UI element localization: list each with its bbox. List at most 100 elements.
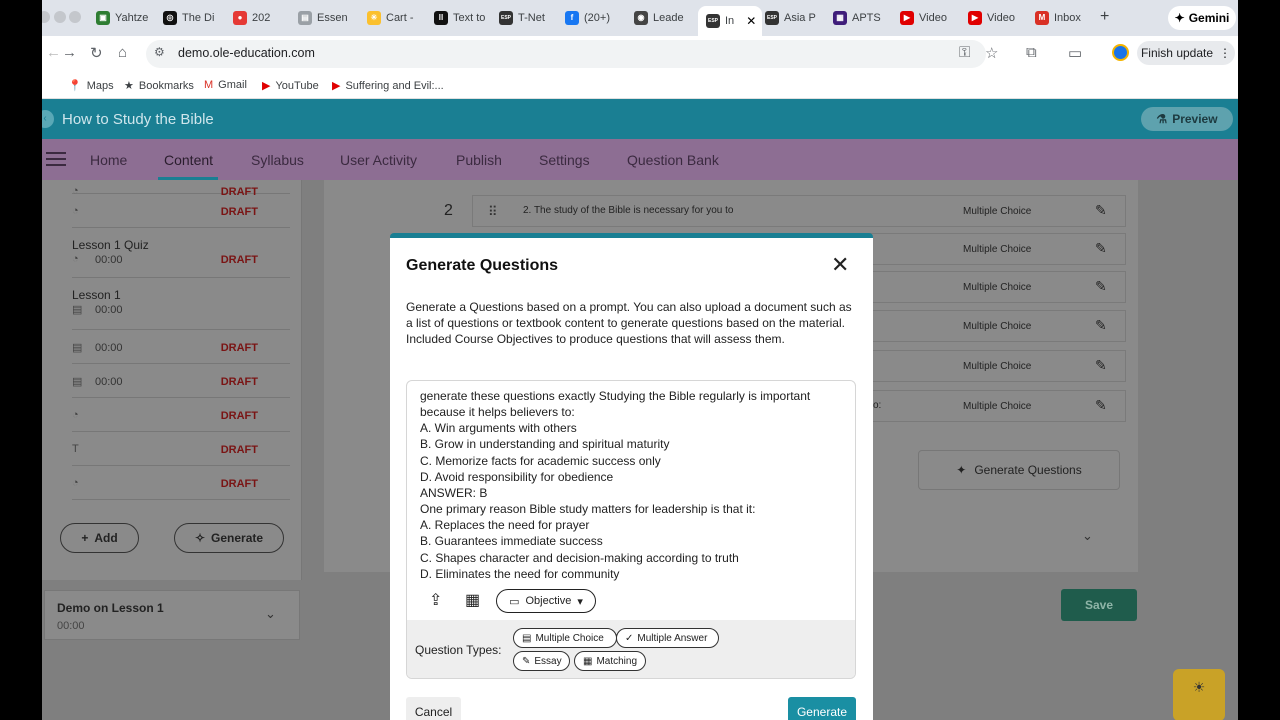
nav-syllabus[interactable]: Syllabus <box>251 152 304 168</box>
bookmark-2[interactable]: M Gmail <box>204 79 247 91</box>
back-chevron-icon[interactable]: ‹ <box>42 110 54 128</box>
site-settings-icon[interactable]: ⚙ <box>154 45 165 59</box>
prompt-input[interactable]: generate these questions exactly Studyin… <box>406 380 856 679</box>
prompt-text[interactable]: generate these questions exactly Studyin… <box>420 388 845 582</box>
bookmark-0[interactable]: 📍 Maps <box>68 79 114 93</box>
reload-icon[interactable]: ↻ <box>90 44 103 62</box>
nav-home[interactable]: Home <box>90 152 127 168</box>
edit-icon[interactable]: ✎ <box>1095 278 1107 295</box>
chevron-down-icon[interactable]: ⌄ <box>1082 528 1093 544</box>
url-text[interactable]: demo.ole-education.com <box>178 46 315 60</box>
edit-icon[interactable]: ✎ <box>1095 240 1107 257</box>
tab-3[interactable]: ▤ Essen <box>298 8 358 28</box>
new-tab-button[interactable]: + <box>1100 8 1109 26</box>
edit-icon[interactable]: ✎ <box>1095 397 1107 414</box>
finish-update-button[interactable]: Finish update ⋮ <box>1137 41 1235 65</box>
menu-icon[interactable] <box>46 152 66 154</box>
sparkle-icon: ✧ <box>194 531 206 545</box>
sidebar-row[interactable]: ◔ DRAFT <box>72 466 290 500</box>
tab-favicon-icon: ◉ <box>634 11 648 25</box>
chip-icon: ✓ <box>625 632 634 644</box>
question-type-chip[interactable]: ✎ Essay <box>513 651 570 671</box>
key-icon[interactable]: ⚿ <box>959 44 970 61</box>
add-button[interactable]: + Add <box>60 523 139 553</box>
nav-publish[interactable]: Publish <box>456 152 502 168</box>
window-minimize-dot[interactable] <box>54 11 66 23</box>
cancel-button[interactable]: Cancel <box>406 697 461 720</box>
question-type-chip[interactable]: ✓ Multiple Answer <box>616 628 719 648</box>
tab-7[interactable]: f (20+) <box>565 8 633 28</box>
sidebar-row[interactable]: ▤ 00:00 DRAFT <box>72 330 290 364</box>
star-icon[interactable]: ☆ <box>985 44 998 62</box>
extensions-icon[interactable]: ⧉ <box>1026 44 1037 61</box>
generate-questions-button[interactable]: ✦ Generate Questions <box>918 450 1120 490</box>
tab-label: Video <box>987 12 1015 24</box>
generate-sidebar-button[interactable]: ✧ Generate <box>174 523 284 553</box>
tab-6[interactable]: ESP T-Net <box>499 8 559 28</box>
nav-content[interactable]: Content <box>164 152 213 168</box>
upload-icon[interactable]: ⇪ <box>429 590 442 610</box>
edit-icon[interactable]: ✎ <box>1095 202 1107 219</box>
question-type-chip[interactable]: ▦ Matching <box>574 651 646 671</box>
nav-settings[interactable]: Settings <box>539 152 590 168</box>
close-icon[interactable]: ✕ <box>831 252 849 278</box>
nav-question-bank[interactable]: Question Bank <box>627 152 719 168</box>
drag-handle-icon[interactable]: ⠿ <box>488 204 498 220</box>
generate-button[interactable]: Generate <box>788 697 856 720</box>
edit-icon[interactable]: ✎ <box>1095 317 1107 334</box>
chip-label: Matching <box>596 655 638 667</box>
window-close-dot[interactable] <box>42 11 50 23</box>
tab-label: The Di <box>182 12 215 24</box>
sidebar-row[interactable]: Lesson 1 Quiz ◔ 00:00 DRAFT <box>72 228 290 278</box>
tab-2[interactable]: ● 202 <box>233 8 295 28</box>
tab-1[interactable]: ◎ The Di <box>163 8 229 28</box>
demo-lesson-card[interactable]: Demo on Lesson 1 00:00 ⌄ <box>44 590 300 640</box>
sidebar-row[interactable]: Lesson 1 ▤ 00:00 <box>72 278 290 330</box>
save-button[interactable]: Save <box>1061 589 1137 621</box>
bookmark-1[interactable]: ★ Bookmarks <box>124 79 194 93</box>
tab-9[interactable]: ESP In ✕ <box>698 6 762 36</box>
tab-0[interactable]: ▣ Yahtze <box>96 8 166 28</box>
cast-icon[interactable]: ▭ <box>1068 44 1082 62</box>
home-icon[interactable]: ⌂ <box>118 44 127 61</box>
tab-11[interactable]: ▦ APTS <box>833 8 893 28</box>
gemini-button[interactable]: ✦ Gemini <box>1168 6 1236 30</box>
question-row[interactable]: ⠿ 2. The study of the Bible is necessary … <box>472 195 1126 227</box>
tab-10[interactable]: ESP Asia P <box>765 8 829 28</box>
profile-avatar[interactable] <box>1112 44 1129 61</box>
tab-label: Video <box>919 12 947 24</box>
edit-icon[interactable]: ✎ <box>1095 357 1107 374</box>
bookmark-4[interactable]: ▶ Suffering and Evil:... <box>332 79 444 93</box>
tab-12[interactable]: ▶ Video <box>900 8 964 28</box>
objective-dropdown[interactable]: ▭ Objective ▾ <box>496 589 596 613</box>
nav-user-activity[interactable]: User Activity <box>340 152 417 168</box>
tab-close-icon[interactable]: ✕ <box>746 14 756 28</box>
chevron-down-icon[interactable]: ⌄ <box>265 606 276 622</box>
question-type-chip[interactable]: ▤ Multiple Choice <box>513 628 617 648</box>
modal-description: Generate a Questions based on a prompt. … <box>406 300 852 347</box>
question-text: o: <box>873 400 882 411</box>
building-icon[interactable]: ▦ <box>465 590 480 610</box>
sidebar-row[interactable]: ▤ 00:00 DRAFT <box>72 364 290 398</box>
tab-4[interactable]: ✳ Cart - <box>367 8 435 28</box>
tab-13[interactable]: ▶ Video <box>968 8 1032 28</box>
bookmark-label: Maps <box>86 79 114 92</box>
forward-arrow-icon[interactable]: → <box>62 44 77 61</box>
tab-14[interactable]: M Inbox <box>1035 8 1095 28</box>
window-zoom-dot[interactable] <box>69 11 81 23</box>
tab-8[interactable]: ◉ Leade <box>634 8 694 28</box>
sidebar-row[interactable]: T DRAFT <box>72 432 290 466</box>
status-badge: DRAFT <box>220 478 258 490</box>
tab-favicon-icon: ESP <box>706 14 720 28</box>
sidebar-row-time: 00:00 <box>95 254 123 266</box>
lesson-type-icon: ◔ <box>72 205 79 217</box>
sidebar-row[interactable]: ◔ DRAFT <box>72 174 290 198</box>
preview-button[interactable]: ⚗ Preview <box>1141 107 1233 131</box>
question-text: 2. The study of the Bible is necessary f… <box>523 205 734 216</box>
bookmark-3[interactable]: ▶ YouTube <box>262 79 319 93</box>
tab-5[interactable]: ll Text to <box>434 8 500 28</box>
back-arrow-icon[interactable]: ← <box>46 44 61 61</box>
sidebar-row[interactable]: ◔ DRAFT <box>72 194 290 228</box>
help-fab-icon[interactable]: ☀ <box>1173 669 1225 720</box>
sidebar-row[interactable]: ◔ DRAFT <box>72 398 290 432</box>
